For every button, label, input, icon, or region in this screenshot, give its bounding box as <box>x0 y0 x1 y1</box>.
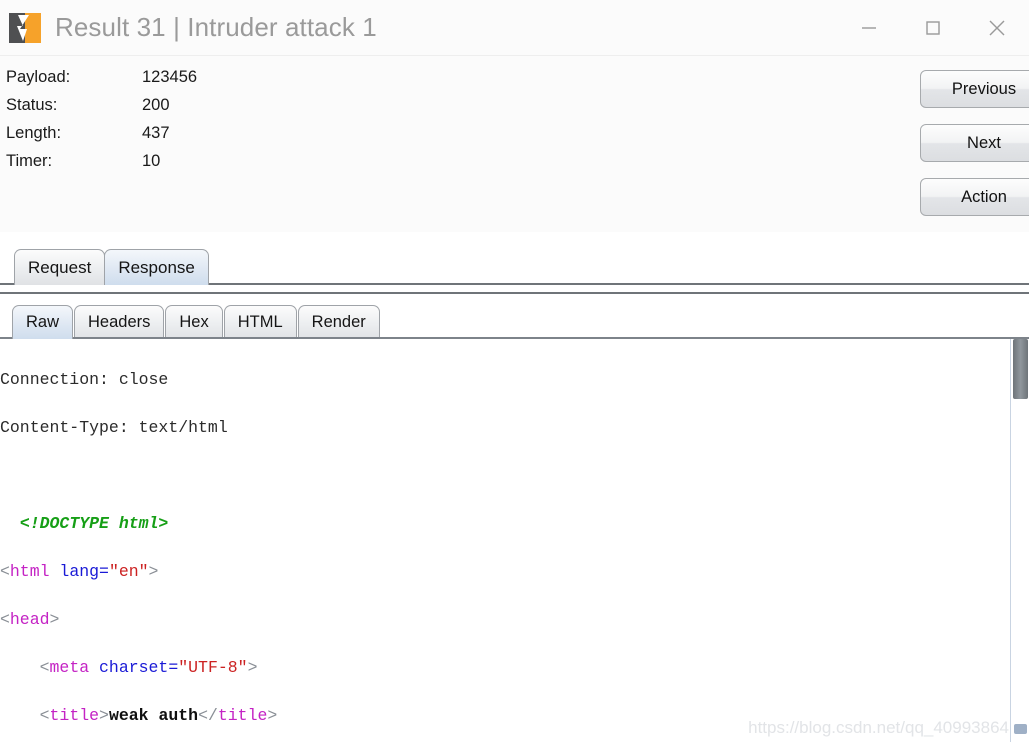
doctype-declaration: <!DOCTYPE html> <box>19 514 169 533</box>
timer-value: 10 <box>142 152 161 170</box>
maximize-icon <box>926 20 940 35</box>
status-label: Status: <box>6 96 58 114</box>
html-lang-value: "en" <box>108 562 149 581</box>
title-text: weak auth <box>108 706 199 725</box>
scrollbar-thumb[interactable] <box>1013 339 1028 399</box>
html-open-gt: > <box>148 562 159 581</box>
tab-response[interactable]: Response <box>104 249 209 285</box>
title-gt: > <box>99 706 109 725</box>
action-button[interactable]: Action <box>920 178 1029 216</box>
minimize-icon <box>862 26 876 29</box>
tab-html[interactable]: HTML <box>223 305 297 339</box>
line-connection: Connection: close <box>0 368 1000 392</box>
tab-hex[interactable]: Hex <box>165 305 223 339</box>
payload-label: Payload: <box>6 68 71 86</box>
window-controls <box>837 0 1029 56</box>
line-content-type: Content-Type: text/html <box>0 416 1000 440</box>
table-row: Payload: 123456 <box>6 66 197 94</box>
response-view-tabs: Raw Headers Hex HTML Render <box>0 292 1029 339</box>
response-scrollbar[interactable] <box>1010 339 1029 742</box>
meta-gt: > <box>247 658 258 677</box>
title-tag: title <box>49 706 100 725</box>
title-close-tag: title <box>217 706 268 725</box>
maximize-button[interactable] <box>901 0 965 56</box>
title-close-gt: > <box>267 706 278 725</box>
response-body-panel[interactable]: Connection: close Content-Type: text/htm… <box>0 339 1029 742</box>
title-lt: < <box>0 706 50 725</box>
burp-suite-icon <box>9 12 41 43</box>
tab-render[interactable]: Render <box>297 305 380 339</box>
html-lang-attr: lang= <box>49 562 109 581</box>
window-title: Result 31 | Intruder attack 1 <box>55 12 377 42</box>
table-row: Length: 437 <box>6 122 197 150</box>
meta-charset-value: "UTF-8" <box>178 658 248 677</box>
html-open-tag: html <box>9 562 50 581</box>
length-value: 437 <box>142 124 170 142</box>
line-blank-1 <box>0 464 1000 488</box>
tabs-inner-row: Raw Headers Hex HTML Render <box>0 294 1029 339</box>
result-info-panel: Payload: 123456 Status: 200 Length: 437 … <box>0 56 1029 232</box>
meta-lt: < <box>0 658 50 677</box>
lightning-bolt-shape <box>17 14 29 41</box>
meta-charset-attr: charset= <box>89 658 179 677</box>
html-open-lt: < <box>0 562 10 581</box>
timer-label: Timer: <box>6 152 53 170</box>
minimize-button[interactable] <box>837 0 901 56</box>
line-meta: <meta charset="UTF-8"> <box>0 656 1000 680</box>
close-button[interactable] <box>965 0 1029 56</box>
title-bar: Result 31 | Intruder attack 1 <box>0 0 1029 56</box>
line-head-open: <head> <box>0 610 60 629</box>
tab-raw[interactable]: Raw <box>12 305 74 339</box>
tab-headers[interactable]: Headers <box>74 305 165 339</box>
payload-value: 123456 <box>142 68 198 86</box>
tab-request[interactable]: Request <box>14 249 106 285</box>
previous-button[interactable]: Previous <box>920 70 1029 108</box>
header-connection: Connection: close <box>0 370 169 389</box>
line-html-open: <html lang="en"> <box>0 560 1000 584</box>
watermark-text: https://blog.csdn.net/qq_40993864 <box>748 718 1009 737</box>
response-raw-text[interactable]: Connection: close Content-Type: text/htm… <box>0 344 1000 742</box>
meta-tag: meta <box>49 658 90 677</box>
request-response-tabs: Request Response <box>0 243 1029 285</box>
next-button[interactable]: Next <box>920 124 1029 162</box>
line-doctype: <!DOCTYPE html> <box>0 512 1000 536</box>
table-row: Status: 200 <box>6 94 197 122</box>
scrollbar-marker[interactable] <box>1014 724 1027 734</box>
tabs-outer-row: Request Response <box>0 243 1029 285</box>
table-row: Timer: 10 <box>6 150 197 178</box>
result-info-table: Payload: 123456 Status: 200 Length: 437 … <box>6 66 197 178</box>
status-value: 200 <box>142 96 170 114</box>
navigation-buttons: Previous Next Action <box>920 70 1029 232</box>
header-content-type: Content-Type: text/html <box>0 418 228 437</box>
close-icon <box>989 20 1005 35</box>
title-close-lt: </ <box>198 706 218 725</box>
length-label: Length: <box>6 124 62 142</box>
